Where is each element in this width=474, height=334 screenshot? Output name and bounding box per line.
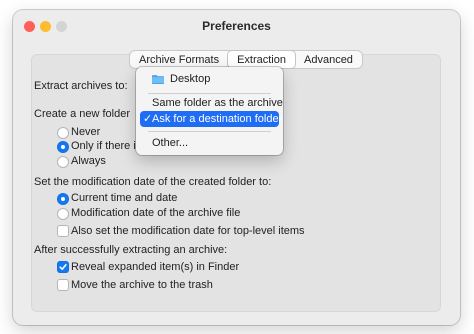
modification-date-label: Set the modification date of the created…	[34, 176, 272, 188]
menu-item-ask-folder[interactable]: ✓ Ask for a destination folder	[140, 111, 283, 127]
menu-item-ask-folder-label: Ask for a destination folder	[152, 113, 283, 125]
radio-archive-date-label: Modification date of the archive file	[71, 207, 241, 219]
checkbox-top-level-label: Also set the modification date for top-l…	[71, 225, 305, 237]
radio-never-label: Never	[71, 126, 101, 138]
checkbox-trash[interactable]	[58, 280, 68, 290]
menu-item-other[interactable]: Other...	[140, 135, 279, 151]
menu-divider	[148, 131, 271, 132]
extract-to-popup-menu: Desktop Same folder as the archive ✓ Ask…	[136, 67, 283, 155]
menu-item-desktop-label: Desktop	[170, 73, 211, 85]
radio-only-if[interactable]	[58, 142, 68, 152]
radio-always-label: Always	[71, 155, 106, 167]
preferences-window: Preferences Archive Formats Extraction A…	[13, 10, 460, 325]
checkmark-icon: ✓	[143, 113, 153, 125]
checkbox-reveal[interactable]	[58, 262, 68, 272]
checkbox-top-level[interactable]	[58, 226, 68, 236]
tab-bar: Archive Formats Extraction Advanced	[130, 51, 362, 68]
extract-to-label: Extract archives to:	[34, 80, 128, 92]
radio-current-time-label: Current time and date	[71, 192, 178, 204]
window-title: Preferences	[202, 19, 271, 33]
after-extract-label: After successfully extracting an archive…	[34, 244, 228, 256]
folder-icon	[152, 75, 164, 84]
menu-item-desktop[interactable]: Desktop	[140, 71, 279, 87]
radio-only-if-label: Only if there is	[71, 140, 142, 152]
tab-extraction[interactable]: Extraction	[228, 51, 295, 68]
checkbox-reveal-label: Reveal expanded item(s) in Finder	[71, 261, 240, 273]
checkmark-icon	[59, 264, 67, 270]
create-folder-label: Create a new folder	[34, 108, 130, 120]
title-bar: Preferences	[13, 10, 460, 40]
menu-divider	[148, 93, 271, 94]
menu-item-same-folder[interactable]: Same folder as the archive	[140, 95, 283, 111]
menu-item-other-label: Other...	[152, 137, 189, 149]
radio-current-time[interactable]	[58, 194, 68, 204]
checkbox-trash-label: Move the archive to the trash	[71, 279, 213, 291]
radio-always[interactable]	[58, 157, 68, 167]
tab-advanced[interactable]: Advanced	[295, 51, 362, 68]
radio-archive-date[interactable]	[58, 209, 68, 219]
tab-archive-formats[interactable]: Archive Formats	[130, 51, 228, 68]
menu-item-same-folder-label: Same folder as the archive	[152, 97, 283, 109]
radio-never[interactable]	[58, 128, 68, 138]
